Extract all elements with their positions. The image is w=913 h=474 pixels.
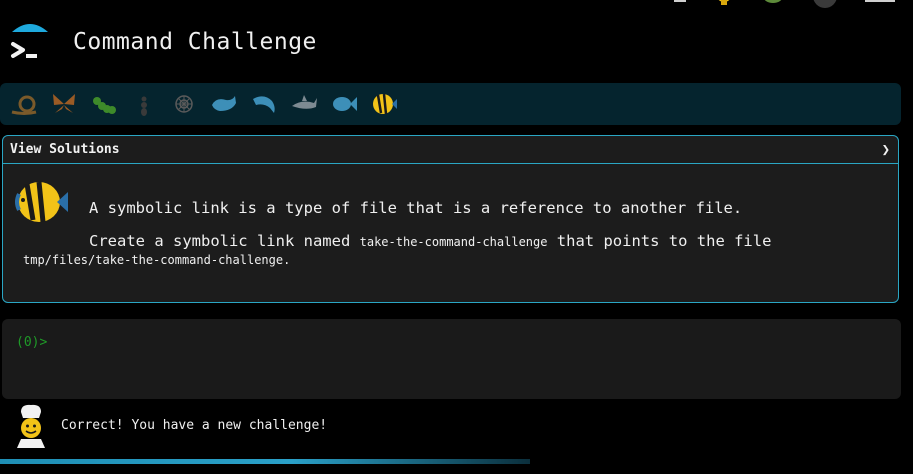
progress-bar xyxy=(0,459,913,464)
whale-icon[interactable] xyxy=(210,88,250,120)
page: Command Challenge View Solutions ❯ A sym… xyxy=(0,0,913,474)
butterfly-icon[interactable] xyxy=(50,88,90,120)
description-line-3: tmp/files/take-the-command-challenge. xyxy=(23,253,291,267)
terminal-input-area[interactable]: (0)> xyxy=(2,319,901,399)
description-line-1: A symbolic link is a type of file that i… xyxy=(89,199,743,217)
menu-icon[interactable] xyxy=(865,0,895,14)
lightbulb-icon[interactable] xyxy=(713,0,735,14)
fish-icon[interactable] xyxy=(330,88,370,120)
view-solutions-label: View Solutions xyxy=(10,142,120,157)
target-path-code: tmp/files/take-the-command-challenge xyxy=(23,253,284,267)
turtle-icon[interactable] xyxy=(761,0,785,14)
ant-icon[interactable] xyxy=(130,88,170,120)
snail-icon[interactable] xyxy=(10,88,50,120)
tropical-fish-icon[interactable] xyxy=(370,88,410,120)
header: Command Challenge xyxy=(10,20,317,64)
caterpillar-icon[interactable] xyxy=(90,88,130,120)
github-icon[interactable] xyxy=(811,0,839,14)
shark-icon[interactable] xyxy=(290,88,330,120)
page-title: Command Challenge xyxy=(73,29,317,55)
progress-fill xyxy=(0,459,530,464)
challenge-icon-bar xyxy=(0,83,901,125)
chef-avatar-icon xyxy=(12,402,50,448)
link-name-code: take-the-command-challenge xyxy=(359,235,548,249)
chevron-right-icon[interactable]: ❯ xyxy=(882,142,890,158)
description-line-2: Create a symbolic link named take-the-co… xyxy=(89,232,772,250)
challenge-panel: View Solutions ❯ A symbolic link is a ty… xyxy=(2,135,899,303)
feedback-message: Correct! You have a new challenge! xyxy=(61,417,328,433)
top-right-toolbar xyxy=(673,0,895,14)
terminal-logo-icon[interactable] xyxy=(10,20,50,64)
terminal-prompt: (0)> xyxy=(16,335,48,350)
spider-web-icon[interactable] xyxy=(170,88,210,120)
feedback-row: Correct! You have a new challenge! xyxy=(12,402,327,448)
dolphin-icon[interactable] xyxy=(250,88,290,120)
view-solutions-toggle[interactable]: View Solutions ❯ xyxy=(3,136,898,164)
keyboard-icon[interactable] xyxy=(673,0,687,14)
tropical-fish-icon xyxy=(13,178,69,226)
